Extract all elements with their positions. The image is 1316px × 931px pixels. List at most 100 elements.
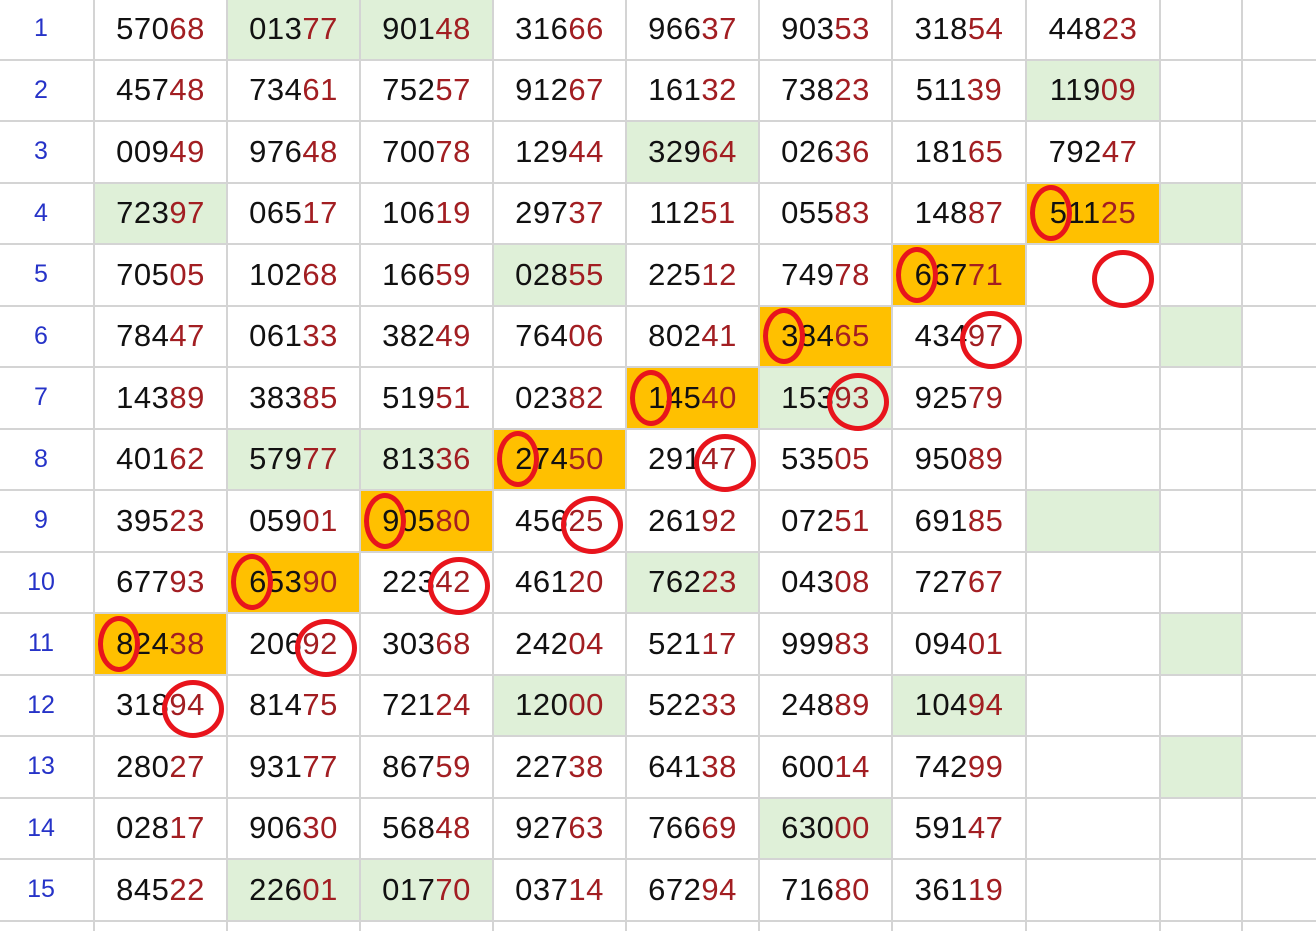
- grid-line-vertical: [625, 0, 627, 931]
- number-prefix: 226: [249, 871, 303, 907]
- number-prefix: 766: [648, 810, 702, 846]
- number-cell: 912 67: [493, 60, 626, 122]
- number-suffix: 12: [701, 256, 737, 292]
- red-circle-marker: [1092, 249, 1154, 308]
- number-prefix: 535: [781, 441, 835, 477]
- number-suffix: 00: [834, 810, 870, 846]
- number-cell: [1026, 675, 1160, 737]
- number-cell: 112 51: [626, 183, 759, 245]
- red-circle-marker: [230, 554, 273, 611]
- red-circle-marker: [363, 492, 406, 549]
- number-cell: 457 48: [94, 60, 227, 122]
- number-prefix: 448: [1048, 10, 1102, 46]
- number-prefix: 700: [382, 133, 436, 169]
- number-suffix: 17: [302, 195, 338, 231]
- number-prefix: 845: [116, 871, 170, 907]
- number-suffix: 69: [701, 810, 737, 846]
- number-suffix: 41: [701, 318, 737, 354]
- number-cell: 519 51: [360, 367, 493, 429]
- grid-line-vertical: [891, 0, 893, 931]
- row-number: 10: [27, 567, 55, 596]
- number-cell: 511 39: [892, 60, 1026, 122]
- number-cell: 734 61: [227, 60, 360, 122]
- number-prefix: 912: [515, 72, 569, 108]
- number-prefix: 026: [781, 133, 835, 169]
- number-prefix: 519: [382, 379, 436, 415]
- number-suffix: 23: [834, 72, 870, 108]
- number-prefix: 792: [1048, 133, 1102, 169]
- number-prefix: 028: [515, 256, 569, 292]
- number-suffix: 59: [435, 256, 471, 292]
- number-cell: 148 87: [892, 183, 1026, 245]
- number-cell: 813 36: [360, 428, 493, 490]
- number-suffix: 68: [302, 256, 338, 292]
- number-cell: 106 19: [360, 183, 493, 245]
- number-cell: 762 23: [626, 551, 759, 613]
- number-cell: 242 04: [493, 613, 626, 675]
- number-cell: [1026, 552, 1160, 614]
- number-suffix: 39: [966, 72, 1003, 108]
- number-prefix: 749: [781, 256, 835, 292]
- number-prefix: 401: [116, 441, 170, 477]
- number-prefix: 028: [116, 810, 170, 846]
- number-cell: 925 79: [892, 367, 1026, 429]
- number-suffix: 05: [834, 441, 870, 477]
- number-suffix: 67: [967, 564, 1004, 600]
- number-cell: 966 37: [626, 0, 759, 60]
- number-suffix: 14: [834, 748, 870, 784]
- row-number: 14: [27, 813, 55, 842]
- number-cell: 055 83: [759, 183, 892, 245]
- number-suffix: 38: [169, 625, 205, 661]
- grid-line-horizontal: [0, 673, 1316, 676]
- number-cell: 792 47: [1026, 121, 1160, 183]
- number-prefix: 764: [515, 318, 569, 354]
- number-suffix: 90: [302, 564, 338, 600]
- row-number: 1: [34, 14, 48, 43]
- number-suffix: 48: [435, 10, 471, 46]
- number-cell: [1026, 367, 1160, 429]
- number-prefix: 579: [249, 441, 303, 477]
- highlight-block: [1160, 305, 1242, 367]
- grid-line-horizontal: [0, 489, 1316, 491]
- number-prefix: 901: [382, 10, 436, 46]
- number-cell: 009 49: [94, 121, 227, 183]
- number-cell: 061 33: [227, 306, 360, 368]
- row-number: 13: [27, 752, 55, 781]
- red-circle-marker: [629, 369, 672, 426]
- row-number: 5: [34, 260, 48, 289]
- number-suffix: 36: [834, 133, 870, 169]
- number-cell: 395 23: [94, 490, 227, 552]
- number-prefix: 017: [382, 871, 436, 907]
- red-circle-marker: [896, 246, 938, 303]
- number-cell: 568 48: [360, 798, 493, 860]
- number-cell: [1026, 613, 1160, 675]
- number-suffix: 78: [435, 133, 471, 169]
- number-prefix: 591: [914, 810, 968, 846]
- number-suffix: 94: [701, 871, 737, 907]
- number-prefix: 522: [648, 687, 702, 723]
- number-cell: 261 92: [626, 490, 759, 552]
- number-prefix: 738: [781, 72, 835, 108]
- number-suffix: 47: [169, 318, 205, 354]
- number-cell: 700 78: [360, 121, 493, 183]
- number-prefix: 723: [116, 195, 170, 231]
- number-prefix: 181: [914, 133, 968, 169]
- number-suffix: 89: [834, 687, 870, 723]
- number-suffix: 71: [967, 256, 1004, 292]
- number-suffix: 36: [435, 441, 471, 477]
- number-suffix: 79: [967, 379, 1004, 415]
- number-suffix: 17: [701, 625, 737, 661]
- number-suffix: 00: [568, 687, 604, 723]
- number-prefix: 102: [249, 256, 303, 292]
- number-cell: 845 22: [94, 859, 227, 921]
- number-suffix: 25: [1100, 195, 1137, 231]
- number-grid: 1 570 68 013 77 901 48 316 66 966 37 903 53 318 54 448 2…: [0, 0, 1316, 931]
- number-cell: 017 70: [360, 859, 493, 921]
- number-suffix: 67: [568, 72, 604, 108]
- number-cell: 181 65: [892, 121, 1026, 183]
- number-prefix: 734: [249, 72, 303, 108]
- number-cell: 764 06: [493, 306, 626, 368]
- grid-line-vertical: [1159, 0, 1161, 931]
- number-cell: 129 44: [493, 121, 626, 183]
- number-cell: 522 33: [626, 675, 759, 737]
